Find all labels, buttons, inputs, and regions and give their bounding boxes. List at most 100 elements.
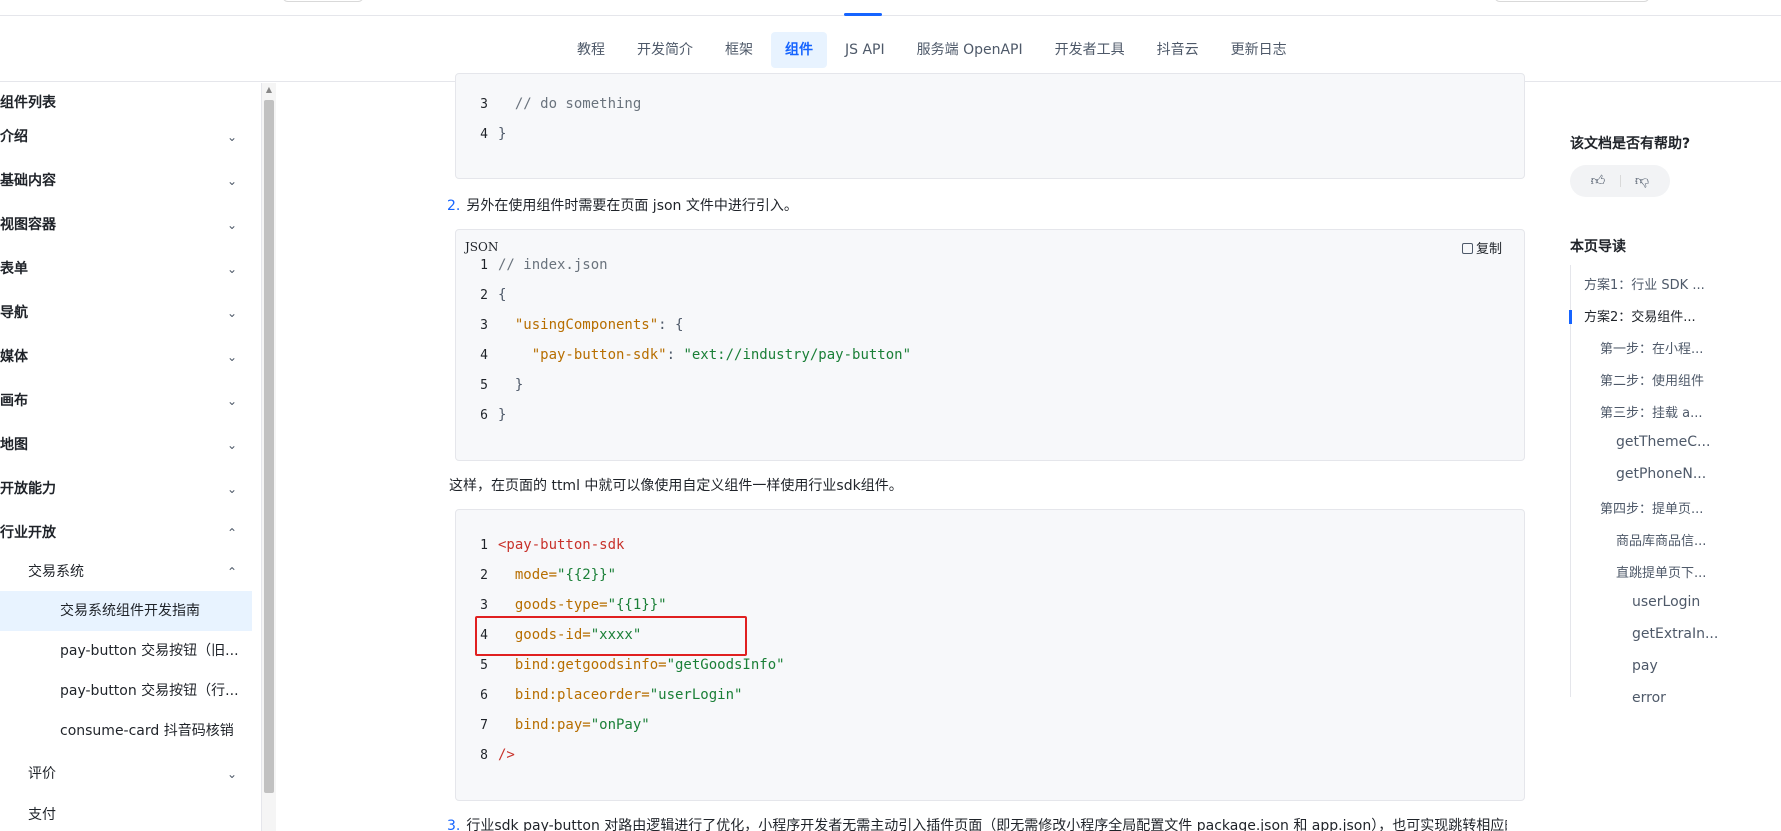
sidebar-item-label: 评价 (28, 766, 56, 782)
code-attr: bind:placeorder= (514, 687, 650, 703)
sidebar-item-map[interactable]: 地图 ⌄ (0, 425, 252, 465)
code-line: 2{ (456, 280, 506, 310)
sidebar-item-canvas[interactable]: 画布 ⌄ (0, 381, 252, 421)
code-value: "{{2}}" (557, 567, 617, 583)
toc-item-active[interactable]: 方案2：交易组件... (1584, 306, 1696, 325)
toc-item[interactable]: getPhoneN... (1616, 466, 1706, 482)
copy-icon (1461, 243, 1473, 254)
toc-item[interactable]: 方案1：行业 SDK ... (1584, 274, 1705, 293)
chevron-up-icon: ⌃ (226, 565, 238, 579)
sidebar-scrollbar-thumb[interactable] (264, 100, 274, 793)
code-text: } (498, 377, 524, 393)
feedback-vote: 👍︎ 👎︎ (1570, 165, 1670, 197)
toc-item[interactable]: getExtraIn... (1632, 626, 1718, 642)
nav-tab-js-api[interactable]: JS API (831, 32, 899, 68)
explanation-paragraph: 这样，在页面的 ttml 中就可以像使用自定义组件一样使用行业sdk组件。 (449, 478, 903, 494)
chevron-down-icon: ⌄ (226, 350, 238, 364)
toc-item[interactable]: 第二步：使用组件 (1600, 370, 1704, 389)
code-line: 5 } (456, 370, 523, 400)
chevron-down-icon: ⌄ (226, 130, 238, 144)
sidebar-item-navigation[interactable]: 导航 ⌄ (0, 293, 252, 333)
chevron-down-icon: ⌄ (226, 174, 238, 188)
toc-item[interactable]: pay (1632, 658, 1658, 674)
page-toc: 该文档是否有帮助? 👍︎ 👎︎ 本页导读 方案1：行业 SDK ... 方案2：… (1560, 83, 1780, 831)
chevron-down-icon: ⌄ (226, 394, 238, 408)
sidebar-item-payment[interactable]: 支付 (0, 795, 252, 831)
nav-tab-components[interactable]: 组件 (771, 32, 827, 68)
code-text: } (498, 407, 507, 423)
toc-active-marker (1569, 310, 1572, 324)
toc-item[interactable]: 商品库商品信... (1616, 530, 1706, 549)
nav-tab-dev-intro[interactable]: 开发简介 (623, 32, 707, 68)
sidebar-item-label: 基础内容 (0, 173, 56, 189)
line-number: 1 (480, 258, 488, 273)
line-number: 3 (480, 97, 488, 112)
nav-tab-dev-tools[interactable]: 开发者工具 (1041, 32, 1139, 68)
thumbs-up-icon[interactable]: 👍︎ (1588, 171, 1608, 191)
step-text: 行业sdk pay-button 对路由逻辑进行了优化，小程序开发者无需主动引入… (466, 818, 1507, 831)
code-text: } (498, 126, 507, 142)
code-text: // do something (498, 96, 642, 112)
nav-tab-douyin-cloud[interactable]: 抖音云 (1143, 32, 1213, 68)
step-text: 另外在使用组件时需要在页面 json 文件中进行引入。 (466, 198, 798, 214)
sidebar-leaf-pay-button-old[interactable]: pay-button 交易按钮（旧... (0, 631, 252, 671)
line-number: 5 (480, 378, 488, 393)
code-value: "userLogin" (649, 687, 743, 703)
nav-tab-changelog[interactable]: 更新日志 (1217, 32, 1301, 68)
thumbs-down-icon[interactable]: 👎︎ (1632, 171, 1652, 191)
copy-button[interactable]: 复制 (1461, 238, 1502, 257)
sidebar-leaf-pay-button-industry[interactable]: pay-button 交易按钮（行... (0, 671, 252, 711)
line-number: 2 (480, 288, 488, 303)
code-line: 6} (456, 400, 506, 430)
line-number: 2 (480, 568, 488, 583)
code-line: 8 /> (456, 740, 515, 770)
sidebar-item-label: 地图 (0, 437, 28, 453)
json-key: "pay-button-sdk" (531, 347, 667, 363)
header-control-left[interactable] (282, 0, 364, 2)
vote-divider (1620, 175, 1621, 187)
toc-item[interactable]: getThemeC... (1616, 434, 1710, 450)
sidebar-item-open-ability[interactable]: 开放能力 ⌄ (0, 469, 252, 509)
line-number: 6 (480, 688, 488, 703)
json-key: "usingComponents" (514, 317, 659, 333)
sidebar-item-basic[interactable]: 基础内容 ⌄ (0, 161, 252, 201)
sidebar-item-label: 交易系统 (28, 564, 84, 580)
step-3-paragraph: 3. 行业sdk pay-button 对路由逻辑进行了优化，小程序开发者无需主动… (447, 815, 1507, 831)
sidebar-item-label: 介绍 (0, 129, 28, 145)
nav-tab-framework[interactable]: 框架 (711, 32, 767, 68)
sidebar-item-intro[interactable]: 介绍 ⌄ (0, 117, 252, 157)
toc-item[interactable]: error (1632, 690, 1666, 706)
nav-tab-server-openapi[interactable]: 服务端 OpenAPI (903, 32, 1037, 68)
sidebar-leaf-consume-card[interactable]: consume-card 抖音码核销 (0, 711, 252, 751)
code-value: "onPay" (590, 717, 650, 733)
sidebar-item-label: 视图容器 (0, 217, 56, 233)
sidebar-item-review[interactable]: 评价 ⌄ (0, 754, 252, 794)
chevron-down-icon: ⌄ (226, 262, 238, 276)
code-line: 2 mode="{{2}}" (456, 560, 616, 590)
toc-item[interactable]: 第四步：提单页... (1600, 498, 1703, 517)
toc-item[interactable]: 第一步：在小程... (1600, 338, 1703, 357)
toc-item[interactable]: userLogin (1632, 594, 1700, 610)
code-text: // index.json (498, 257, 608, 273)
toc-item[interactable]: 第三步：挂载 a... (1600, 402, 1703, 421)
line-number: 7 (480, 718, 488, 733)
sidebar-item-label: 开放能力 (0, 481, 56, 497)
sidebar-item-trade-system[interactable]: 交易系统 ⌃ (0, 552, 252, 592)
scroll-up-arrow-icon[interactable]: ▲ (263, 84, 275, 96)
step-number: 3. (447, 818, 461, 831)
code-text: : { (658, 317, 684, 333)
helpful-question: 该文档是否有帮助? (1570, 136, 1691, 152)
chevron-down-icon: ⌄ (226, 218, 238, 232)
line-number: 6 (480, 408, 488, 423)
header-search-box[interactable] (1494, 0, 1650, 2)
nav-tab-tutorial[interactable]: 教程 (563, 32, 619, 68)
sidebar-item-form[interactable]: 表单 ⌄ (0, 249, 252, 289)
toc-item[interactable]: 直跳提单页下... (1616, 562, 1706, 581)
sidebar-item-media[interactable]: 媒体 ⌄ (0, 337, 252, 377)
code-tag: <pay-button-sdk (498, 537, 625, 553)
json-value: "ext://industry/pay-button" (683, 347, 912, 363)
sidebar-item-view-container[interactable]: 视图容器 ⌄ (0, 205, 252, 245)
code-value: "{{1}}" (607, 597, 667, 613)
sidebar-item-industry[interactable]: 行业开放 ⌃ (0, 513, 252, 553)
sidebar-leaf-trade-guide[interactable]: 交易系统组件开发指南 (0, 591, 252, 631)
